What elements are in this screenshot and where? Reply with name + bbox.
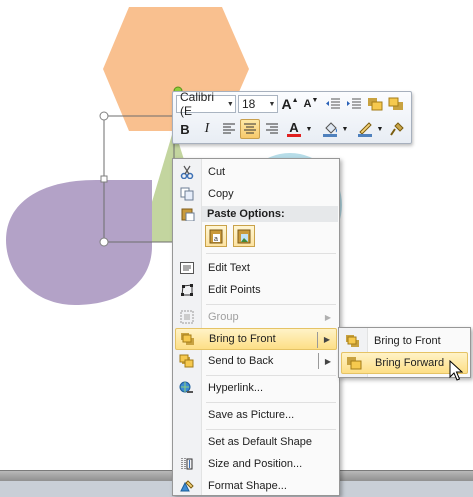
menu-item-label: Save as Picture...	[208, 409, 295, 421]
chevron-down-icon[interactable]: ▼	[226, 101, 235, 108]
grow-font-icon[interactable]: A ▲	[280, 94, 300, 114]
menu-item-edit-points[interactable]: Edit Points	[175, 279, 337, 301]
submenu-arrow-icon[interactable]: ▶	[324, 335, 330, 344]
font-name-combo[interactable]: Calibri (E ▼	[176, 90, 236, 118]
menu-item-label: Send to Back	[208, 355, 274, 367]
menu-separator	[206, 253, 336, 254]
menu-separator	[206, 429, 336, 430]
selection-handle-bottom-left[interactable]	[99, 237, 109, 247]
font-name-value: Calibri (E	[180, 90, 215, 118]
send-backward-icon[interactable]	[386, 94, 406, 114]
copy-icon	[175, 183, 199, 205]
bring-to-front-icon	[341, 330, 365, 352]
menu-item-label: Edit Text	[208, 262, 250, 274]
bring-to-front-icon	[176, 328, 200, 350]
menu-item-label: Cut	[208, 166, 226, 178]
menu-item-size-position[interactable]: Size and Position...	[175, 453, 337, 475]
menu-item-copy[interactable]: Copy	[175, 183, 337, 205]
menu-item-label: Format Shape...	[208, 480, 287, 492]
shape-fill-icon[interactable]	[320, 119, 340, 139]
chevron-down-icon[interactable]: ▼	[305, 119, 313, 139]
split-divider	[317, 332, 318, 348]
paste-options-header: Paste Options:	[202, 206, 338, 222]
menu-item-label: Bring to Front	[374, 335, 441, 347]
scissors-icon	[175, 161, 199, 183]
menu-item-group[interactable]: Group ▶	[175, 306, 337, 328]
format-painter-icon[interactable]	[387, 119, 407, 139]
menu-item-label: Group	[208, 311, 239, 323]
menu-item-label: Bring to Front	[209, 333, 276, 345]
submenu-arrow-icon: ▶	[324, 312, 331, 322]
menu-item-edit-text[interactable]: Edit Text	[175, 257, 337, 279]
menu-item-label: Bring Forward	[375, 357, 445, 369]
chevron-down-icon[interactable]: ▼	[341, 119, 349, 139]
split-divider	[318, 353, 319, 369]
align-left-icon[interactable]	[219, 119, 239, 139]
menu-item-label: Edit Points	[208, 284, 261, 296]
align-right-icon[interactable]	[262, 119, 282, 139]
shape-outline-icon[interactable]	[355, 119, 375, 139]
menu-item-hyperlink[interactable]: Hyperlink...	[175, 377, 337, 399]
font-size-value: 18	[242, 97, 256, 111]
chevron-down-icon[interactable]: ▼	[267, 101, 277, 108]
menu-item-label: Set as Default Shape	[208, 436, 312, 448]
paste-picture-icon[interactable]	[233, 225, 255, 247]
size-position-icon	[175, 453, 199, 475]
paste-icon	[176, 206, 200, 222]
group-icon	[175, 306, 199, 328]
selection-handle-top-left[interactable]	[99, 111, 109, 121]
font-color-icon[interactable]: A	[284, 119, 304, 139]
svg-text:a: a	[214, 236, 218, 243]
font-size-combo[interactable]: 18 ▼	[238, 95, 278, 113]
menu-separator	[206, 375, 336, 376]
submenu-item-bring-to-front[interactable]: Bring to Front	[341, 330, 468, 352]
mouse-cursor-icon	[449, 360, 463, 381]
chevron-down-icon[interactable]: ▼	[376, 119, 384, 139]
keep-text-only-icon[interactable]: a	[205, 225, 227, 247]
edit-text-icon	[175, 257, 199, 279]
send-to-back-icon	[175, 350, 199, 372]
mini-toolbar: Calibri (E ▼ 18 ▼ A ▲ A ▼ B I A ▼ ▼ ▼	[172, 90, 412, 144]
menu-item-save-as-picture[interactable]: Save as Picture...	[175, 404, 337, 426]
bring-forward-icon[interactable]	[365, 94, 385, 114]
format-shape-icon	[175, 475, 199, 497]
edit-points-icon	[175, 279, 199, 301]
align-center-icon[interactable]	[240, 119, 260, 139]
menu-item-label: Size and Position...	[208, 458, 303, 470]
hyperlink-icon	[175, 377, 199, 399]
menu-item-format-shape[interactable]: Format Shape...	[175, 475, 337, 497]
bold-icon[interactable]: B	[175, 119, 195, 139]
menu-item-send-to-back[interactable]: Send to Back ▶	[175, 350, 337, 372]
submenu-arrow-icon[interactable]: ▶	[325, 357, 331, 366]
bring-forward-icon	[342, 352, 366, 374]
menu-item-set-default-shape[interactable]: Set as Default Shape	[175, 431, 337, 453]
italic-icon[interactable]: I	[197, 119, 217, 139]
selection-handle-left-middle[interactable]	[100, 175, 108, 183]
menu-item-label: Copy	[208, 188, 234, 200]
context-menu: Cut Copy Paste Options: a Edit Text Edit…	[172, 158, 340, 496]
menu-separator	[206, 402, 336, 403]
menu-separator	[206, 304, 336, 305]
menu-item-bring-to-front[interactable]: Bring to Front ▶	[175, 328, 337, 350]
increase-list-level-icon[interactable]	[344, 94, 364, 114]
menu-item-cut[interactable]: Cut	[175, 161, 337, 183]
decrease-list-level-icon[interactable]	[323, 94, 343, 114]
shrink-font-icon[interactable]: A ▼	[301, 94, 321, 114]
menu-item-label: Hyperlink...	[208, 382, 264, 394]
